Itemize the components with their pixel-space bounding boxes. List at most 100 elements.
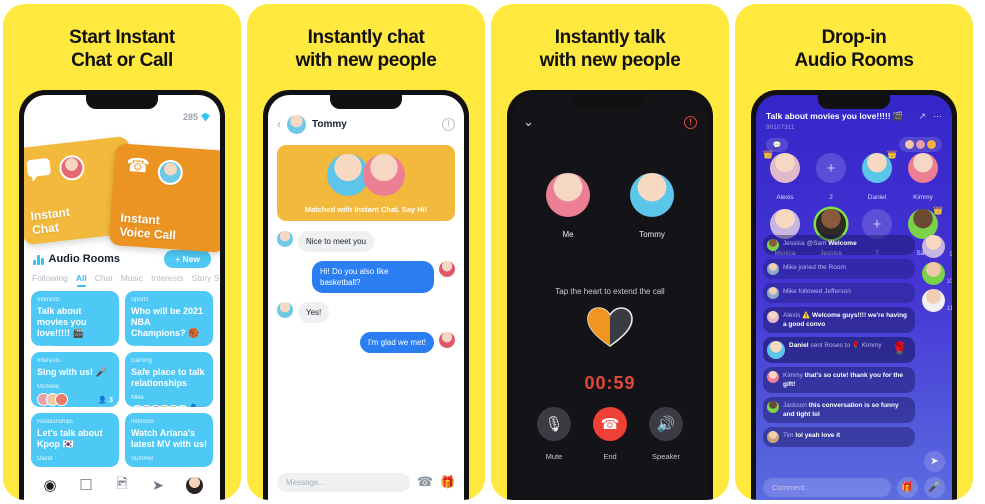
side-participant-number: 10 — [946, 279, 952, 285]
participant[interactable]: 👑 Daniel — [855, 150, 899, 204]
audio-rooms-title: Audio Rooms — [48, 253, 121, 265]
room-host: Michelle — [37, 384, 60, 390]
side-participant-number: 11 — [946, 306, 952, 312]
phone-screen-chat: ‹ Tommy ! Matched with Instant Chat. Say… — [268, 95, 464, 500]
avatar — [439, 261, 455, 277]
planet-icon[interactable]: ◉ — [42, 477, 59, 494]
room-category: Gaming — [131, 358, 153, 364]
room-card[interactable]: Interests Sing with us! 🎤 Michelle 👤 3 — [31, 352, 119, 407]
chat-contact-name: Tommy — [312, 118, 347, 130]
chat-header: ‹ Tommy ! — [268, 109, 464, 139]
call-controls: 🎙 Mute ☎ End 🔊 Speaker — [512, 407, 708, 464]
participant-avatars — [37, 393, 68, 406]
avatar — [767, 239, 779, 251]
minimize-icon[interactable]: ↗ — [918, 111, 926, 122]
room-name: Sing with us! 🎤 — [37, 367, 107, 377]
mute-button[interactable]: 🎙 Mute — [537, 407, 571, 464]
room-header-actions: ↗ ⋯ — [918, 111, 942, 122]
phone-notch — [86, 95, 158, 109]
avatar — [277, 231, 293, 247]
speaker-icon: 🔊 — [649, 407, 683, 441]
avatar — [767, 371, 779, 383]
profile-avatar-icon[interactable] — [185, 476, 203, 494]
room-message: Jackson this conversation is so funny an… — [763, 397, 915, 423]
speaker-button[interactable]: 🔊 Speaker — [649, 407, 683, 464]
equalizer-icon — [33, 254, 44, 265]
avatar — [630, 173, 674, 217]
message-input[interactable]: Message... — [277, 472, 410, 492]
gift-icon[interactable]: 🎁 — [897, 477, 918, 498]
participant-slot-number: 2 — [829, 194, 833, 201]
extend-heart-button[interactable] — [512, 305, 708, 354]
comment-input[interactable]: Comment... — [763, 478, 891, 497]
message-row: Hi! Do you also like basketball? — [277, 261, 455, 293]
room-card[interactable]: Interests Watch Ariana's latest MV with … — [125, 413, 213, 467]
room-message-text: Mike followed Jefferson — [783, 288, 851, 295]
panel-title: Start Instant Chat or Call — [69, 27, 175, 71]
avatar — [767, 431, 779, 443]
room-card[interactable]: Sports Who will be 2021 NBA Champions? 🏀… — [125, 291, 213, 346]
room-host: Sage — [131, 345, 207, 346]
phone-notch — [818, 95, 890, 109]
room-card-grid: Interests Talk about movies you love!!!!… — [24, 291, 220, 467]
participant-name: Daniel — [867, 194, 887, 201]
control-label: End — [603, 452, 617, 461]
room-name: Safe place to talk relationships — [131, 367, 205, 388]
avatar — [922, 235, 945, 258]
end-call-button[interactable]: ☎ End — [593, 407, 627, 464]
message-row: Yes! — [277, 302, 455, 323]
mic-icon[interactable]: 🎤 — [924, 477, 945, 498]
wave-hand-icon[interactable]: ☐ — [78, 477, 95, 494]
tab-following[interactable]: Following — [32, 273, 68, 283]
phone-icon[interactable]: ☎ — [417, 474, 433, 490]
room-card[interactable]: Gaming Safe place to talk relationships … — [125, 352, 213, 407]
new-room-button[interactable]: + New — [164, 250, 211, 268]
room-card[interactable]: Relationships Let's talk about Kpop 🇰🇷 D… — [31, 413, 119, 467]
gift-icon[interactable]: 🎁 — [440, 475, 455, 489]
comment-row: Comment... 🎁 🎤 — [763, 477, 945, 498]
room-message: Mike joined the Room — [763, 259, 915, 279]
room-subheader: 💬 — [766, 137, 942, 152]
photo-icon[interactable]: 🖻 — [114, 475, 131, 494]
room-name: Let's talk about Kpop 🇰🇷 — [37, 428, 103, 449]
participant[interactable]: 👑 Alexis — [763, 150, 807, 204]
room-chat-icon[interactable]: 💬 — [766, 137, 788, 152]
gem-balance[interactable]: 285 — [183, 112, 210, 122]
participant[interactable]: Kimmy — [901, 153, 945, 204]
tab-story-share[interactable]: Story Sh — [192, 273, 220, 283]
phone-screen-audio-room: Talk about movies you love!!!!! 🎬 901073… — [756, 95, 952, 500]
mic-muted-icon: 🎙 — [537, 407, 571, 441]
avatar — [862, 153, 892, 183]
panel-instantly-talk: Instantly talk with new people ⌄ ! Me To… — [491, 4, 729, 500]
room-category: Relationships — [37, 419, 74, 425]
tab-music[interactable]: Music — [121, 273, 143, 283]
control-label: Speaker — [652, 452, 680, 461]
room-card[interactable]: Interests Talk about movies you love!!!!… — [31, 291, 119, 346]
report-icon[interactable]: ! — [442, 117, 455, 131]
room-message-gift: Daniel sent Roses to 🌹 Kimmy 🌹 — [763, 337, 915, 363]
diamond-icon — [201, 112, 210, 122]
more-options-icon[interactable]: ⋯ — [933, 111, 942, 122]
room-message-text: Mike joined the Room — [783, 264, 846, 271]
paper-plane-icon[interactable]: ➤ — [150, 477, 167, 494]
report-icon[interactable]: ! — [684, 115, 697, 129]
tab-chat[interactable]: Chat — [95, 273, 113, 283]
instant-voice-call-card[interactable]: ☎ Instant Voice Call — [108, 143, 220, 253]
call-header: ⌄ ! — [512, 109, 708, 135]
tab-all[interactable]: All — [76, 273, 87, 287]
chevron-down-icon[interactable]: ⌄ — [523, 114, 534, 130]
side-participant[interactable]: 11 — [922, 289, 952, 312]
participant-empty-slot[interactable]: + 2 — [809, 153, 853, 204]
tab-interests[interactable]: Interests — [151, 273, 184, 283]
side-participant[interactable]: 9 — [922, 235, 952, 258]
side-participant[interactable]: 10 — [922, 262, 952, 285]
room-message-text: Jessica @Sam Welcome — [783, 240, 857, 247]
room-viewers[interactable] — [899, 137, 942, 152]
room-category: Sports — [131, 297, 149, 303]
room-message: Alexis ⚠️ Welcome guys!!!! we're having … — [763, 307, 915, 333]
share-icon[interactable]: ➤ — [924, 451, 945, 472]
call-timer: 00:59 — [584, 373, 636, 393]
back-icon[interactable]: ‹ — [277, 117, 281, 131]
half-filled-heart-icon — [587, 307, 633, 347]
panel-title: Drop-in Audio Rooms — [794, 27, 914, 71]
